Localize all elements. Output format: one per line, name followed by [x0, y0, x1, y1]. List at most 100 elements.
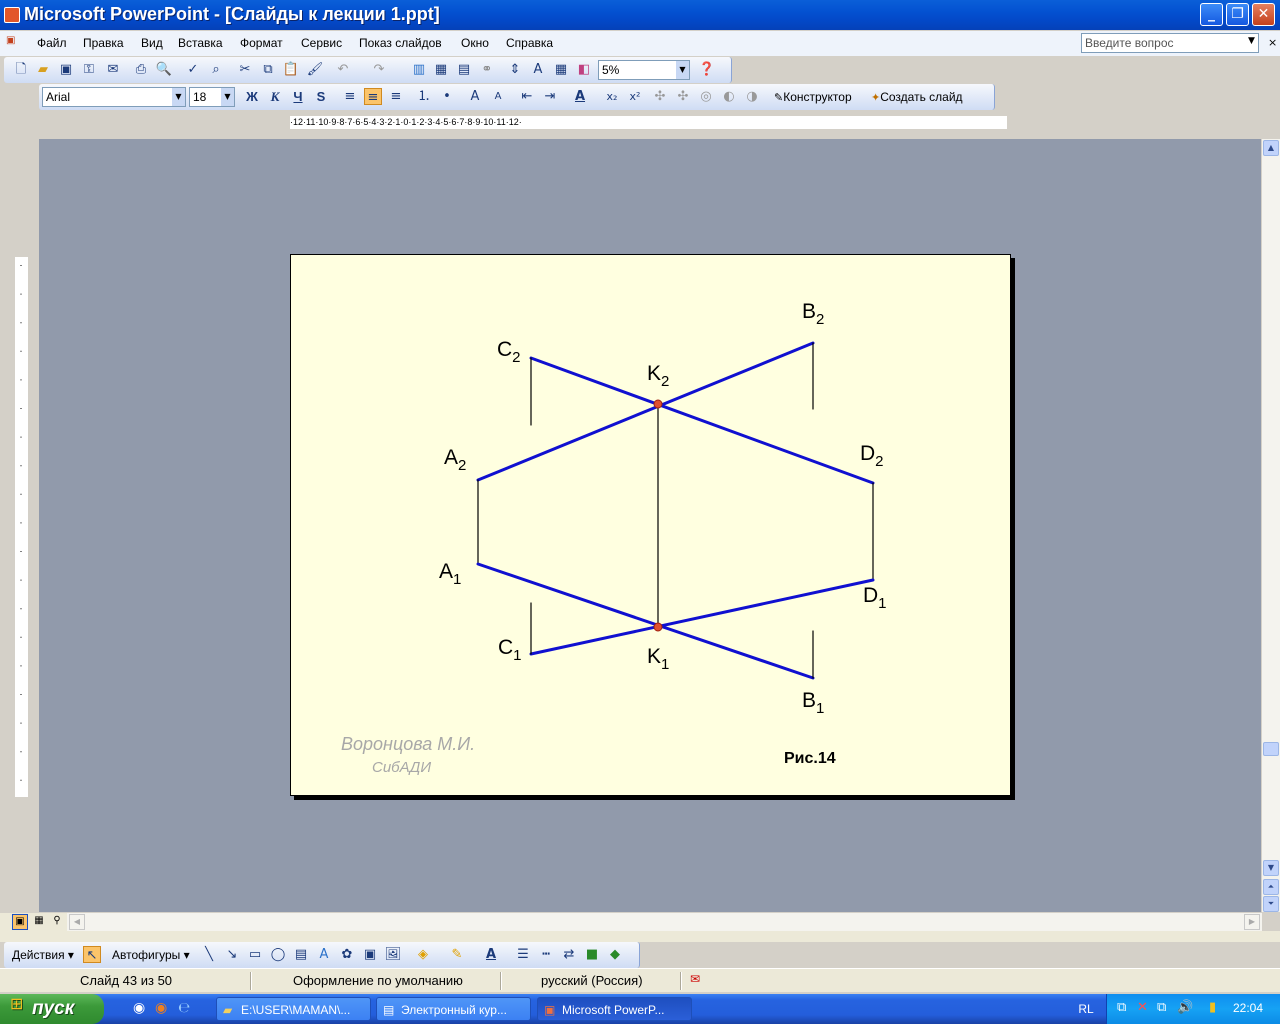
menu-insert[interactable]: Вставка [178, 36, 223, 50]
restore-button[interactable]: ❐ [1226, 3, 1249, 26]
rectangle-tool-icon[interactable]: ▭ [246, 946, 264, 963]
custom-animation-icon[interactable]: ✣ [674, 88, 692, 105]
undo-icon[interactable]: ↶ [334, 61, 352, 78]
slide-transition-icon[interactable]: ◎ [697, 88, 715, 105]
paste-icon[interactable]: 📋 [282, 61, 300, 78]
document-icon[interactable]: ▣ [6, 35, 28, 51]
align-right-icon[interactable]: ≡ [387, 88, 405, 105]
font-color-draw-icon[interactable]: A [482, 946, 500, 963]
numbering-icon[interactable]: ⒈ [415, 88, 433, 105]
copy-icon[interactable]: ⧉ [259, 61, 277, 78]
redo-icon[interactable]: ↷ [370, 61, 388, 78]
expand-icon[interactable]: ⇕ [506, 61, 524, 78]
font-size-select[interactable]: 18 ▼ [189, 87, 235, 107]
diagram-tool-icon[interactable]: ✿ [338, 946, 356, 963]
underline-button[interactable]: Ч [289, 88, 307, 105]
font-select[interactable]: Arial ▼ [42, 87, 186, 107]
taskbar-item-explorer[interactable]: ▰ E:\USER\MAMAN\... [216, 997, 371, 1021]
actions-menu[interactable]: Действия ▾ [12, 946, 74, 964]
line-style-icon[interactable]: ☰ [514, 946, 532, 963]
vertical-scrollbar[interactable] [1262, 139, 1280, 912]
network-icon[interactable]: ⧉ [1117, 1000, 1126, 1015]
picture-tool-icon[interactable]: 🖼 [384, 946, 402, 963]
show-formatting-icon[interactable]: A [529, 61, 547, 78]
new-icon[interactable]: 🗋 [12, 61, 30, 78]
fill-color-icon[interactable]: ◈ [414, 946, 432, 963]
print-preview-icon[interactable]: 🔍 [155, 61, 173, 78]
hyperlink-icon[interactable]: ⚭ [478, 61, 496, 78]
animation-scheme-icon[interactable]: ✣ [651, 88, 669, 105]
spelling-status-icon[interactable]: ✉ [690, 972, 700, 990]
select-arrow-icon[interactable]: ↖ [83, 946, 101, 963]
taskbar-item-word[interactable]: ▤ Электронный кур... [376, 997, 531, 1021]
grid-icon[interactable]: ▦ [552, 61, 570, 78]
slideshow-view-icon[interactable]: ⚲ [49, 914, 65, 930]
scroll-thumb[interactable] [1263, 742, 1279, 756]
spelling-icon[interactable]: ✓ [184, 61, 202, 78]
menu-view[interactable]: Вид [141, 36, 163, 50]
vertical-ruler[interactable] [15, 257, 28, 797]
chart-icon[interactable]: ▥ [410, 61, 428, 78]
next-slide-icon[interactable]: ⏷ [1263, 896, 1279, 912]
research-icon[interactable]: ⌕ [207, 61, 225, 78]
scroll-left-icon[interactable]: ◀ [69, 914, 85, 930]
close-document-icon[interactable]: × [1268, 36, 1277, 49]
close-button[interactable]: ✕ [1252, 3, 1275, 26]
clock[interactable]: 22:04 [1233, 1001, 1263, 1015]
3d-style-icon[interactable]: ◆ [606, 946, 624, 963]
help-icon[interactable]: ❓ [698, 61, 716, 78]
normal-view-icon[interactable]: ▣ [12, 914, 28, 930]
firefox-icon[interactable]: ◉ [155, 1000, 167, 1016]
scroll-up-icon[interactable]: ▲ [1263, 140, 1279, 156]
textbox-tool-icon[interactable]: ▤ [292, 946, 310, 963]
tables-borders-icon[interactable]: ▤ [455, 61, 473, 78]
subscript-icon[interactable]: x₂ [603, 88, 621, 105]
minimize-button[interactable]: _ [1200, 3, 1223, 26]
table-icon[interactable]: ▦ [432, 61, 450, 78]
antivirus-icon[interactable]: ✕ [1137, 1000, 1148, 1015]
chevron-down-icon[interactable]: ▼ [676, 61, 689, 79]
scroll-right-icon[interactable]: ▶ [1244, 914, 1260, 930]
bold-button[interactable]: Ж [243, 88, 261, 105]
menu-format[interactable]: Формат [240, 36, 283, 50]
decrease-indent-icon[interactable]: ⇤ [518, 88, 536, 105]
increase-font-icon[interactable]: A [466, 88, 484, 105]
designer-button[interactable]: ✎Конструктор [774, 88, 852, 106]
scroll-down-icon[interactable]: ▼ [1263, 860, 1279, 876]
save-icon[interactable]: ▣ [57, 61, 75, 78]
chevron-down-icon[interactable]: ▼ [1248, 36, 1255, 46]
chrome-icon[interactable]: ◉ [133, 1000, 145, 1016]
shadow-style-icon[interactable]: ■ [583, 946, 601, 963]
align-center-icon[interactable]: ≡ [364, 88, 382, 105]
language-bar[interactable]: RL [1071, 1002, 1101, 1018]
format-painter-icon[interactable]: 🖌 [306, 61, 324, 78]
slide-sorter-icon[interactable]: ▦ [31, 914, 47, 930]
ie-icon[interactable]: ℮ [178, 1000, 190, 1016]
horizontal-ruler[interactable]: ·12·11·10·9·8·7·6·5·4·3·2·1·0·1·2·3·4·5·… [290, 116, 1007, 129]
shadow-button[interactable]: S [312, 88, 330, 105]
taskbar-item-powerpoint[interactable]: ▣ Microsoft PowerP... [537, 997, 692, 1021]
superscript-icon[interactable]: x² [626, 88, 644, 105]
ask-question-input[interactable]: Введите вопрос [1081, 33, 1259, 53]
bullets-icon[interactable]: • [438, 88, 456, 105]
menu-slideshow[interactable]: Показ слайдов [359, 36, 442, 50]
decrease-font-icon[interactable]: A [489, 88, 507, 105]
menu-help[interactable]: Справка [506, 36, 553, 50]
menu-edit[interactable]: Правка [83, 36, 124, 50]
new-slide-button[interactable]: ✦Создать слайд [871, 88, 963, 106]
line-color-icon[interactable]: ✎ [448, 946, 466, 963]
line-tool-icon[interactable]: ╲ [200, 946, 218, 963]
layout-icon[interactable]: ◑ [743, 88, 761, 105]
powerpoint-app-icon[interactable] [4, 7, 20, 23]
horizontal-scrollbar[interactable]: ◀ ▶ [67, 913, 1262, 931]
cut-icon[interactable]: ✂ [236, 61, 254, 78]
oval-tool-icon[interactable]: ◯ [269, 946, 287, 963]
safely-remove-icon[interactable]: ▮ [1209, 1000, 1216, 1015]
wordart-tool-icon[interactable]: A [315, 946, 333, 963]
permission-icon[interactable]: ⚿ [80, 61, 98, 78]
volume-icon[interactable]: 🔊 [1177, 1000, 1193, 1015]
arrow-style-icon[interactable]: ⇄ [560, 946, 578, 963]
color-grayscale-icon[interactable]: ◧ [575, 61, 593, 78]
menu-file[interactable]: Файл [37, 36, 67, 50]
chevron-down-icon[interactable]: ▼ [172, 88, 185, 106]
